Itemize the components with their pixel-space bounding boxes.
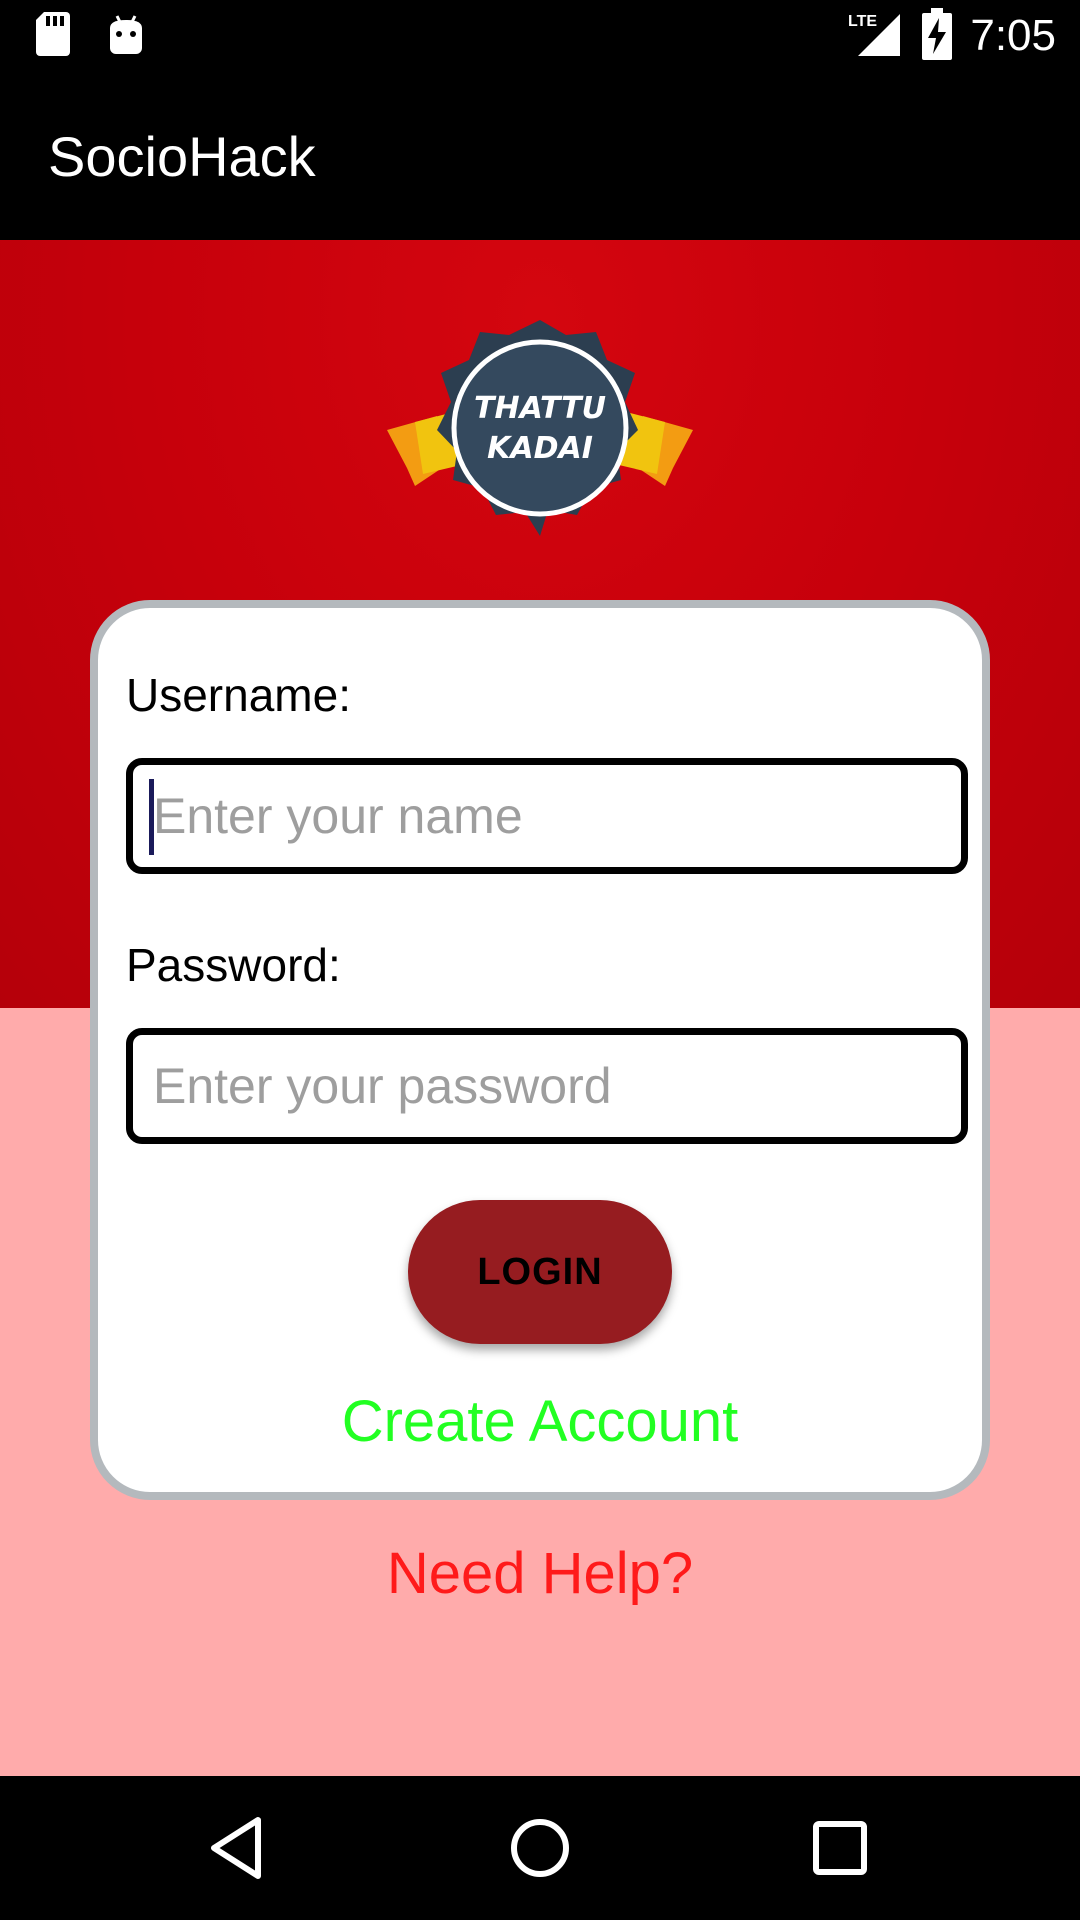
thattu-kadai-logo: THATTU KADAI [385,318,695,558]
sd-card-icon [36,12,72,60]
username-input[interactable] [151,786,961,846]
home-icon[interactable] [500,1808,580,1888]
text-cursor [149,779,154,855]
clock: 7:05 [970,11,1056,60]
lte-signal-icon: LTE [848,10,904,62]
app-bar: SocioHack [0,72,1080,240]
create-account-link[interactable]: Create Account [98,1388,982,1455]
password-input[interactable] [151,1056,961,1116]
svg-text:LTE: LTE [848,13,877,30]
back-icon[interactable] [200,1808,280,1888]
battery-charging-icon [922,8,953,64]
status-bar: LTE 7:05 [0,0,1080,72]
app-title: SocioHack [48,125,316,188]
navigation-bar [0,1776,1080,1920]
login-card: Username: Password: LOGIN Create Account [90,600,990,1500]
login-button[interactable]: LOGIN [408,1200,672,1344]
content-area: THATTU KADAI Username: Password: LOGIN C… [0,240,1080,1776]
svg-text:KADAI: KADAI [487,431,593,466]
username-field-box[interactable] [126,758,968,874]
need-help-link[interactable]: Need Help? [0,1540,1080,1607]
recents-icon[interactable] [800,1808,880,1888]
username-label: Username: [126,669,351,721]
password-label: Password: [126,939,341,991]
svg-text:THATTU: THATTU [474,391,606,426]
android-icon [108,12,144,60]
password-field-box[interactable] [126,1028,968,1144]
